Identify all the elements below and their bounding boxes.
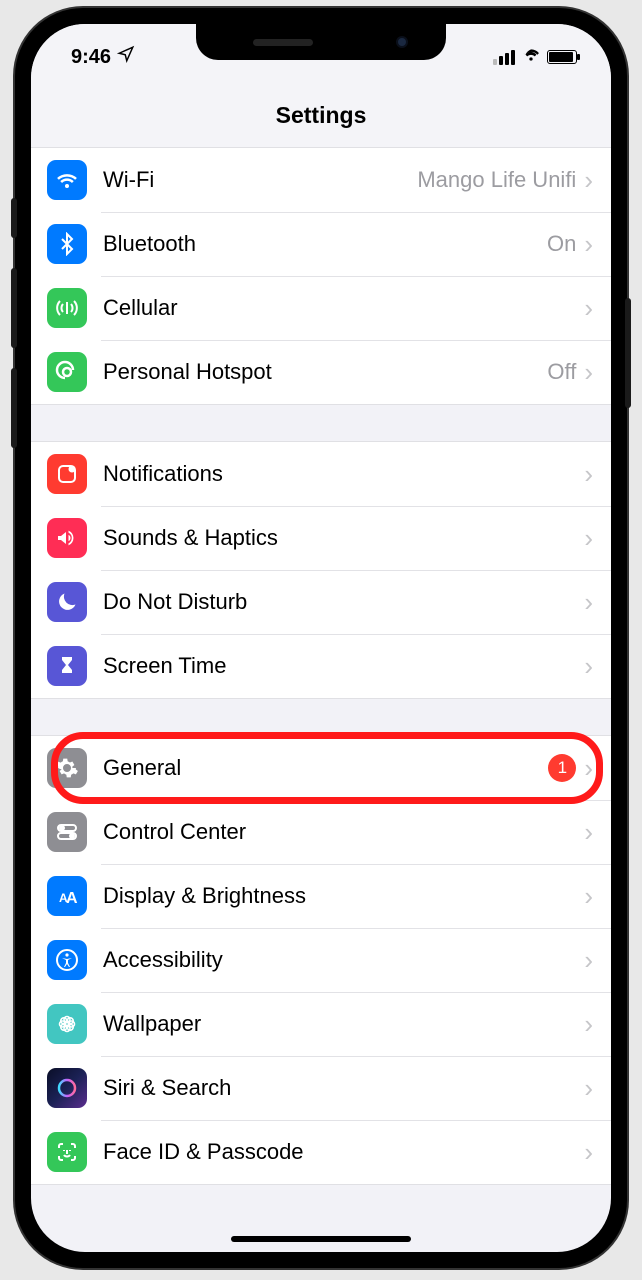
- chevron-right-icon: ›: [584, 753, 593, 784]
- settings-group: Notifications›Sounds & Haptics›Do Not Di…: [31, 441, 611, 699]
- power-button: [625, 298, 631, 408]
- mute-switch: [11, 198, 17, 238]
- row-label: Display & Brightness: [103, 883, 584, 909]
- row-label: Wallpaper: [103, 1011, 584, 1037]
- location-icon: [117, 45, 135, 69]
- row-label: Face ID & Passcode: [103, 1139, 584, 1165]
- row-label: Accessibility: [103, 947, 584, 973]
- row-label: Personal Hotspot: [103, 359, 547, 385]
- row-value: On: [547, 231, 576, 257]
- cellular-icon: [47, 288, 87, 328]
- chevron-right-icon: ›: [584, 459, 593, 490]
- chevron-right-icon: ›: [584, 651, 593, 682]
- settings-row-accessibility[interactable]: Accessibility›: [31, 928, 611, 992]
- accessibility-icon: [47, 940, 87, 980]
- row-label: Screen Time: [103, 653, 584, 679]
- row-label: Siri & Search: [103, 1075, 584, 1101]
- gear-icon: [47, 748, 87, 788]
- hourglass-icon: [47, 646, 87, 686]
- wifi-status-icon: [521, 44, 541, 70]
- bluetooth-icon: [47, 224, 87, 264]
- row-label: Do Not Disturb: [103, 589, 584, 615]
- chevron-right-icon: ›: [584, 357, 593, 388]
- settings-row-controlcenter[interactable]: Control Center›: [31, 800, 611, 864]
- settings-row-bluetooth[interactable]: BluetoothOn ›: [31, 212, 611, 276]
- siri-icon: [47, 1068, 87, 1108]
- row-label: General: [103, 755, 548, 781]
- settings-group: General1›Control Center›AADisplay & Brig…: [31, 735, 611, 1185]
- front-camera: [396, 36, 408, 48]
- hotspot-icon: [47, 352, 87, 392]
- svg-text:A: A: [66, 890, 78, 907]
- wallpaper-icon: [47, 1004, 87, 1044]
- row-label: Sounds & Haptics: [103, 525, 584, 551]
- chevron-right-icon: ›: [584, 817, 593, 848]
- settings-row-screentime[interactable]: Screen Time›: [31, 634, 611, 698]
- battery-icon: [547, 50, 577, 64]
- chevron-right-icon: ›: [584, 587, 593, 618]
- chevron-right-icon: ›: [584, 165, 593, 196]
- chevron-right-icon: ›: [584, 229, 593, 260]
- settings-content[interactable]: Settings Wi-FiMango Life Unifi›Bluetooth…: [31, 24, 611, 1252]
- display-icon: AA: [47, 876, 87, 916]
- speaker: [253, 39, 313, 46]
- sounds-icon: [47, 518, 87, 558]
- notifications-icon: [47, 454, 87, 494]
- row-label: Cellular: [103, 295, 584, 321]
- volume-down: [11, 368, 17, 448]
- settings-group: Wi-FiMango Life Unifi›BluetoothOn›Cellul…: [31, 147, 611, 405]
- chevron-right-icon: ›: [584, 1073, 593, 1104]
- row-label: Notifications: [103, 461, 584, 487]
- chevron-right-icon: ›: [584, 523, 593, 554]
- switches-icon: [47, 812, 87, 852]
- settings-row-sounds[interactable]: Sounds & Haptics›: [31, 506, 611, 570]
- row-label: Wi-Fi: [103, 167, 417, 193]
- row-value: Off: [547, 359, 576, 385]
- chevron-right-icon: ›: [584, 293, 593, 324]
- faceid-icon: [47, 1132, 87, 1172]
- settings-row-cellular[interactable]: Cellular›: [31, 276, 611, 340]
- signal-icon: [493, 50, 515, 65]
- settings-row-display[interactable]: AA Display & Brightness›: [31, 864, 611, 928]
- settings-row-wifi[interactable]: Wi-FiMango Life Unifi ›: [31, 148, 611, 212]
- row-label: Bluetooth: [103, 231, 547, 257]
- settings-row-wallpaper[interactable]: Wallpaper›: [31, 992, 611, 1056]
- settings-row-dnd[interactable]: Do Not Disturb›: [31, 570, 611, 634]
- settings-row-notifications[interactable]: Notifications›: [31, 442, 611, 506]
- notification-badge: 1: [548, 754, 576, 782]
- wifi-icon: [47, 160, 87, 200]
- chevron-right-icon: ›: [584, 881, 593, 912]
- phone-frame: 9:46 Settings Wi-FiMango Life Unifi›Blue…: [15, 8, 627, 1268]
- settings-row-faceid[interactable]: Face ID & Passcode›: [31, 1120, 611, 1184]
- row-value: Mango Life Unifi: [417, 167, 576, 193]
- screen: 9:46 Settings Wi-FiMango Life Unifi›Blue…: [31, 24, 611, 1252]
- settings-row-hotspot[interactable]: Personal HotspotOff ›: [31, 340, 611, 404]
- home-indicator[interactable]: [231, 1236, 411, 1242]
- chevron-right-icon: ›: [584, 945, 593, 976]
- chevron-right-icon: ›: [584, 1137, 593, 1168]
- status-time: 9:46: [71, 46, 111, 69]
- chevron-right-icon: ›: [584, 1009, 593, 1040]
- row-label: Control Center: [103, 819, 584, 845]
- settings-row-general[interactable]: General1 ›: [31, 736, 611, 800]
- notch: [196, 24, 446, 60]
- settings-row-siri[interactable]: Siri & Search›: [31, 1056, 611, 1120]
- volume-up: [11, 268, 17, 348]
- moon-icon: [47, 582, 87, 622]
